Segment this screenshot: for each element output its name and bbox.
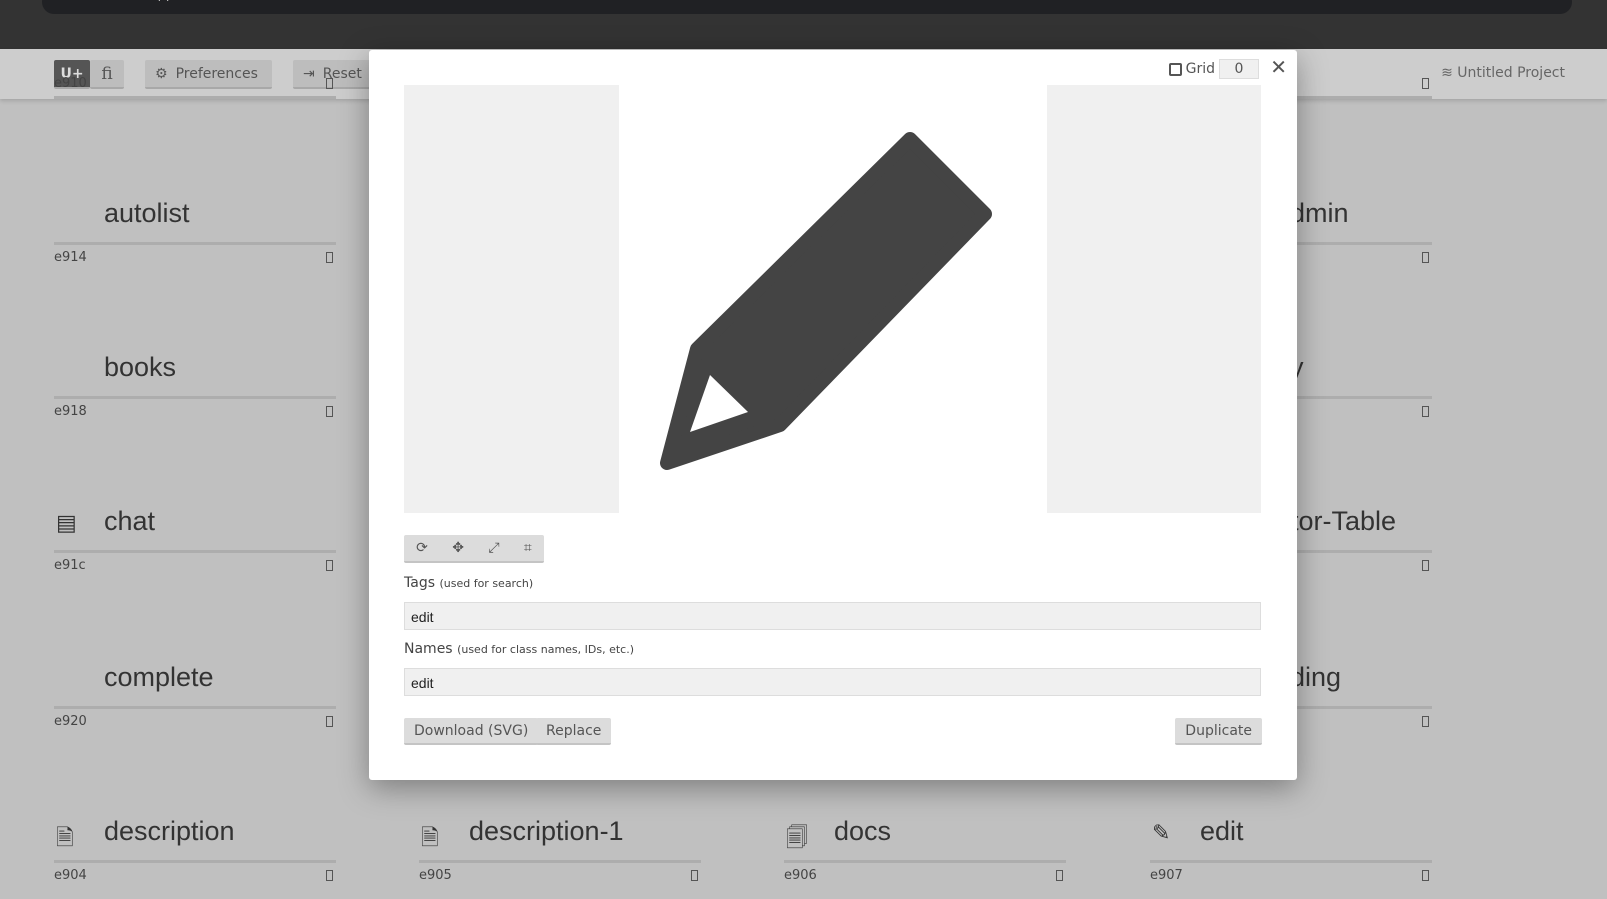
preferences-button[interactable]: ⚙ Preferences [145,60,272,89]
checkbox[interactable] [326,406,333,417]
divider [54,706,336,709]
checkbox[interactable] [326,716,333,727]
pencil-icon [660,132,992,470]
grid-checkbox[interactable] [1168,62,1182,76]
reset-icon: ⇥ [303,65,315,82]
glyph-preview [404,85,1261,513]
glyph-code[interactable]: e914 [54,250,87,265]
divider [54,860,336,863]
divider [54,396,336,399]
glyph-code[interactable]: e904 [54,868,87,883]
checkbox[interactable] [326,252,333,263]
glyph-code[interactable]: e91c [54,558,86,573]
glyph-code[interactable]: e905 [419,868,452,883]
glyph-code[interactable]: e906 [784,868,817,883]
glyph-code[interactable]: e910 [54,76,87,91]
rotate-icon[interactable]: ⟳ [416,540,428,556]
preferences-label: Preferences [175,65,258,82]
divider [784,860,1066,863]
glyph-name[interactable]: autolist [104,198,190,229]
download-svg-button[interactable]: Download (SVG) [404,718,539,745]
glyph-name[interactable]: description [104,816,235,847]
chat-icon: ▤ [56,511,77,536]
glyph-name[interactable]: chat [104,506,155,537]
project-name: Untitled Project [1457,65,1565,81]
checkbox[interactable] [1422,252,1429,263]
url-field[interactable]: icomoon.io/app/#/select/font [42,0,1572,14]
glyph-code[interactable]: e920 [54,714,87,729]
checkbox[interactable] [326,560,333,571]
glyph-name[interactable]: edit [1200,816,1244,847]
grid-control: Grid 0 [1168,59,1259,79]
layers-icon: ≋ [1441,65,1453,81]
divider [1150,860,1432,863]
grid-size-input[interactable]: 0 [1219,59,1259,79]
glyph-code[interactable]: e907 [1150,868,1183,883]
glyph-name[interactable]: ding [1290,662,1341,693]
docs-icon: 🗐 [786,826,808,851]
checkbox[interactable] [326,870,333,881]
checkbox[interactable] [691,870,698,881]
glyph-name[interactable]: dmin [1290,198,1349,229]
tags-input[interactable]: edit [404,602,1261,630]
divider [54,242,336,245]
app-header [0,14,1607,49]
glyph-name[interactable]: books [104,352,176,383]
document-icon: 🗎 [421,826,439,851]
scale-icon[interactable]: ⤢ [488,540,499,556]
ligature-toggle[interactable]: ﬁ [90,60,124,89]
move-icon[interactable]: ✥ [452,540,464,556]
glyph-edit-dialog: Grid 0 ✕ ⟳ ✥ ⤢ ⌗ Tags (used for search) … [369,50,1297,780]
browser-address-bar: icomoon.io/app/#/select/font [0,0,1607,14]
divider [54,550,336,553]
divider [54,96,336,99]
transform-toolbar: ⟳ ✥ ⤢ ⌗ [404,535,544,563]
glyph-name[interactable]: complete [104,662,214,693]
duplicate-button[interactable]: Duplicate [1175,718,1262,745]
checkbox[interactable] [1056,870,1063,881]
replace-button[interactable]: Replace [536,718,612,745]
checkbox[interactable] [1422,560,1429,571]
tags-label: Tags (used for search) [404,575,534,591]
close-icon[interactable]: ✕ [1270,55,1287,79]
pencil-icon: ✎ [1152,821,1171,846]
glyph-name[interactable]: docs [834,816,891,847]
crop-icon[interactable]: ⌗ [524,540,532,556]
checkbox[interactable] [1422,406,1429,417]
glyph-name[interactable]: itor-Table [1285,506,1396,537]
glyph-canvas [619,85,1047,513]
glyph-code[interactable]: e918 [54,404,87,419]
document-icon: 🗎 [56,826,74,851]
checkbox[interactable] [326,78,333,89]
divider [419,860,701,863]
project-selector[interactable]: ≋ Untitled Project [1441,65,1565,81]
names-label: Names (used for class names, IDs, etc.) [404,641,635,657]
names-input[interactable]: edit [404,668,1261,696]
checkbox[interactable] [1422,78,1429,89]
checkbox[interactable] [1422,870,1429,881]
gear-icon: ⚙ [155,65,168,82]
grid-label: Grid [1185,61,1215,77]
glyph-name[interactable]: description-1 [469,816,624,847]
checkbox[interactable] [1422,716,1429,727]
